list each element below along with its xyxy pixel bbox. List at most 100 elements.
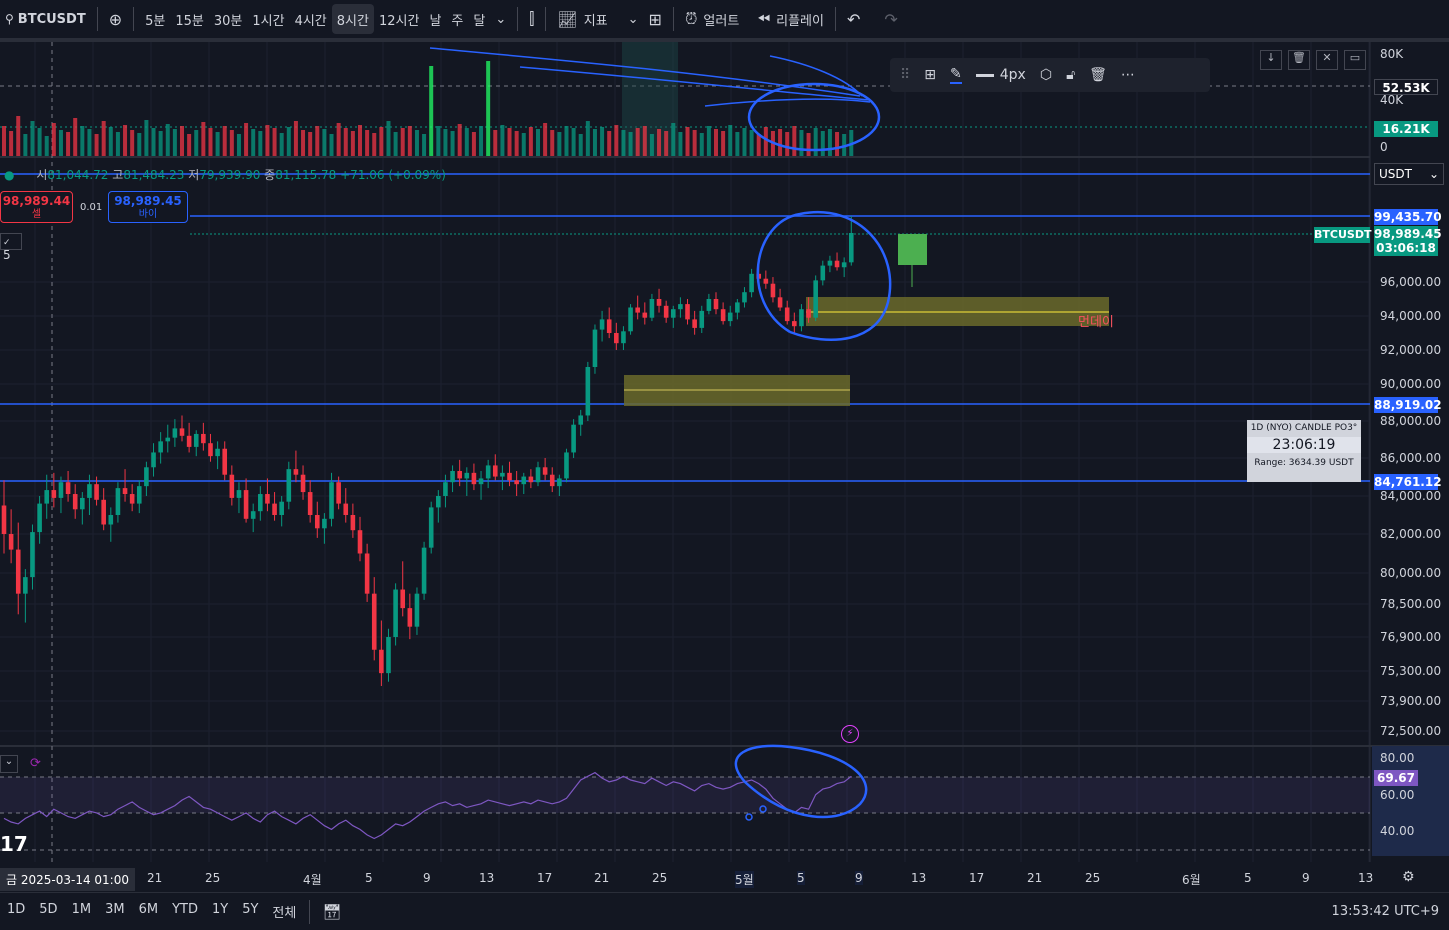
undo-button[interactable]: ↶ <box>842 4 865 34</box>
volume-bar <box>528 127 533 156</box>
high-value: 81,484.23 <box>123 168 185 182</box>
sell-button[interactable]: 98,989.44 셀 <box>0 191 73 223</box>
volume-bar <box>265 125 270 156</box>
pen-color-icon[interactable]: ✎ <box>950 66 962 84</box>
candle-body <box>407 608 413 627</box>
range-4[interactable]: 6M <box>132 902 166 921</box>
candle-body <box>307 492 313 515</box>
volume-bar <box>66 132 71 156</box>
volume-bar <box>336 123 341 156</box>
interval-3[interactable]: 1시간 <box>247 4 289 34</box>
range-6[interactable]: 1Y <box>205 902 235 921</box>
currency-select[interactable]: USDT ⌄ <box>1374 163 1444 185</box>
volume-bar <box>23 134 28 156</box>
settings-icon[interactable]: ⬡ <box>1040 67 1052 83</box>
time-label: 9 <box>1302 871 1310 885</box>
indicators-dropdown[interactable]: ⌄ <box>623 4 644 34</box>
range-1[interactable]: 5D <box>32 902 64 921</box>
interval-6[interactable]: 12시간 <box>374 4 424 34</box>
interval-9[interactable]: 달 <box>468 4 490 34</box>
templates-icon[interactable]: ⊞ <box>924 67 936 83</box>
volume-tick: 80K <box>1380 47 1404 61</box>
range-7[interactable]: 5Y <box>235 902 265 921</box>
price-tick: 94,000.00 <box>1380 309 1442 323</box>
candle-body <box>30 532 35 578</box>
time-axis[interactable]: 금 2025-03-14 01:00 21 25 4월 5 9 13 17 21 25 5월 5 9 1… <box>0 866 1373 891</box>
volume-bar <box>785 132 790 156</box>
chart-type-button[interactable]: ⫿ <box>524 4 539 34</box>
lock-icon[interactable]: 🔓︎ <box>1066 67 1075 83</box>
candle-body <box>457 470 462 479</box>
more-icon[interactable]: ⋯ <box>1121 67 1135 83</box>
rsi-collapse-button[interactable]: ⌄ <box>0 755 18 773</box>
candle-body <box>186 435 192 447</box>
ohlc-legend: ● 시81,044.72 고81,484.23 저79,939.90 종81,1… <box>0 166 446 183</box>
volume-bar <box>820 131 825 156</box>
interval-5[interactable]: 8시간 <box>331 4 374 34</box>
volume-bar <box>44 136 49 156</box>
templates-button[interactable]: ⊞ <box>644 4 667 34</box>
volume-bar <box>37 128 42 156</box>
candle-body <box>606 319 612 333</box>
candle-body <box>122 488 128 495</box>
candle-body <box>500 472 505 477</box>
volume-bar <box>564 126 569 156</box>
trash-icon[interactable]: 🗑︎ <box>1089 67 1107 83</box>
indicators-button[interactable]: 📈︎ 지표 <box>552 4 612 34</box>
alert-button[interactable]: ⏰︎ 얼러트 <box>680 4 744 34</box>
volume-bar <box>550 130 555 156</box>
interval-0[interactable]: 5분 <box>140 4 170 34</box>
candle-body <box>371 593 377 650</box>
volume-bar <box>2 126 6 156</box>
time-axis-settings-icon[interactable]: ⚙ <box>1402 869 1415 885</box>
candle-body <box>792 321 797 327</box>
range-2[interactable]: 1M <box>65 902 99 921</box>
candle-body <box>727 312 733 322</box>
volume-bar <box>208 128 213 156</box>
range-3[interactable]: 3M <box>98 902 132 921</box>
range-5[interactable]: YTD <box>165 902 205 921</box>
sell-label: 셀 <box>31 209 42 220</box>
candle-body <box>770 283 776 298</box>
volume-bar <box>678 132 683 156</box>
eye-icon[interactable]: ● <box>4 168 14 182</box>
line-width-button[interactable]: 4px <box>975 67 1026 83</box>
quantity-value: 5 <box>3 248 11 262</box>
symbol-search[interactable]: ⚲ BTCUSDT <box>0 4 91 34</box>
compare-button[interactable]: ⊕ <box>104 4 127 34</box>
candle-body <box>286 469 292 502</box>
timer-range: Range: 3634.39 USDT <box>1254 458 1354 468</box>
volume-bar <box>315 126 320 156</box>
indicators-label: 지표 <box>583 13 608 29</box>
interval-8[interactable]: 주 <box>446 4 468 34</box>
volume-bar <box>685 127 690 156</box>
replay-button[interactable]: ⏪︎ 리플레이 <box>752 4 829 34</box>
delete-pane-icon[interactable]: 🗑︎ <box>1288 50 1310 70</box>
volume-bar <box>365 130 370 156</box>
candle-body <box>428 507 434 548</box>
move-down-icon[interactable]: ↓ <box>1260 50 1282 70</box>
candle-body <box>621 331 626 344</box>
alert-bolt-icon[interactable]: ⚡ <box>841 725 859 743</box>
quantity-input[interactable]: ✓ 5 <box>0 233 22 262</box>
interval-7[interactable]: 날 <box>424 4 446 34</box>
volume-bar <box>158 131 163 156</box>
buy-button[interactable]: 98,989.45 바이 <box>108 191 188 223</box>
candle-body <box>101 499 106 525</box>
collapse-icon[interactable]: ✕ <box>1316 50 1338 70</box>
interval-2[interactable]: 30분 <box>209 4 248 34</box>
interval-1[interactable]: 15분 <box>170 4 209 34</box>
interval-dropdown[interactable]: ⌄ <box>490 4 511 34</box>
divider <box>834 7 836 31</box>
range-8[interactable]: 전체 <box>265 902 303 921</box>
rsi-settings-icon[interactable]: ⟳ <box>30 756 41 771</box>
range-0[interactable]: 1D <box>0 902 32 921</box>
volume-bar <box>436 126 441 156</box>
candle-body <box>763 278 769 284</box>
redo-button[interactable]: ↷ <box>879 4 902 34</box>
interval-4[interactable]: 4시간 <box>290 4 332 34</box>
drag-handle-icon[interactable]: ⠿ <box>900 67 910 83</box>
goto-date-icon[interactable]: 📅︎ <box>316 903 347 921</box>
candle-body <box>44 490 50 504</box>
maximize-icon[interactable]: ▭ <box>1344 50 1366 70</box>
